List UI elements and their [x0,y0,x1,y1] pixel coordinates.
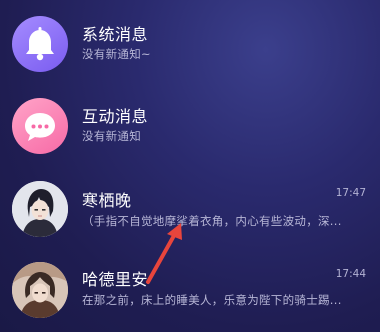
list-item-interaction-messages[interactable]: 互动消息 没有新通知 [0,88,380,168]
list-item-chat-hadelian[interactable]: 哈德里安 17:44 在那之前，床上的睡美人，乐意为陛下的骑士踢... [0,258,380,332]
item-title: 哈德里安 [82,270,149,289]
item-subtitle: （手指不自觉地摩挲着衣角，内心有些波动，深... [82,214,342,228]
chat-bubble-icon [12,98,68,154]
item-subtitle: 没有新通知~ [82,47,151,61]
item-title: 互动消息 [82,107,149,126]
item-subtitle: 在那之前，床上的睡美人，乐意为陛下的骑士踢... [82,293,342,307]
item-title: 系统消息 [82,25,149,44]
item-title: 寒栖晚 [82,191,132,210]
list-item-chat-hanqiwan[interactable]: 寒栖晚 17:47 （手指不自觉地摩挲着衣角，内心有些波动，深... [0,175,380,255]
avatar [12,181,68,237]
avatar [12,262,68,318]
list-item-system-messages[interactable]: 系统消息 没有新通知~ [0,4,380,84]
item-time: 17:44 [335,268,366,280]
item-time: 17:47 [335,187,366,199]
item-subtitle: 没有新通知 [82,129,141,143]
bell-icon [12,16,68,72]
